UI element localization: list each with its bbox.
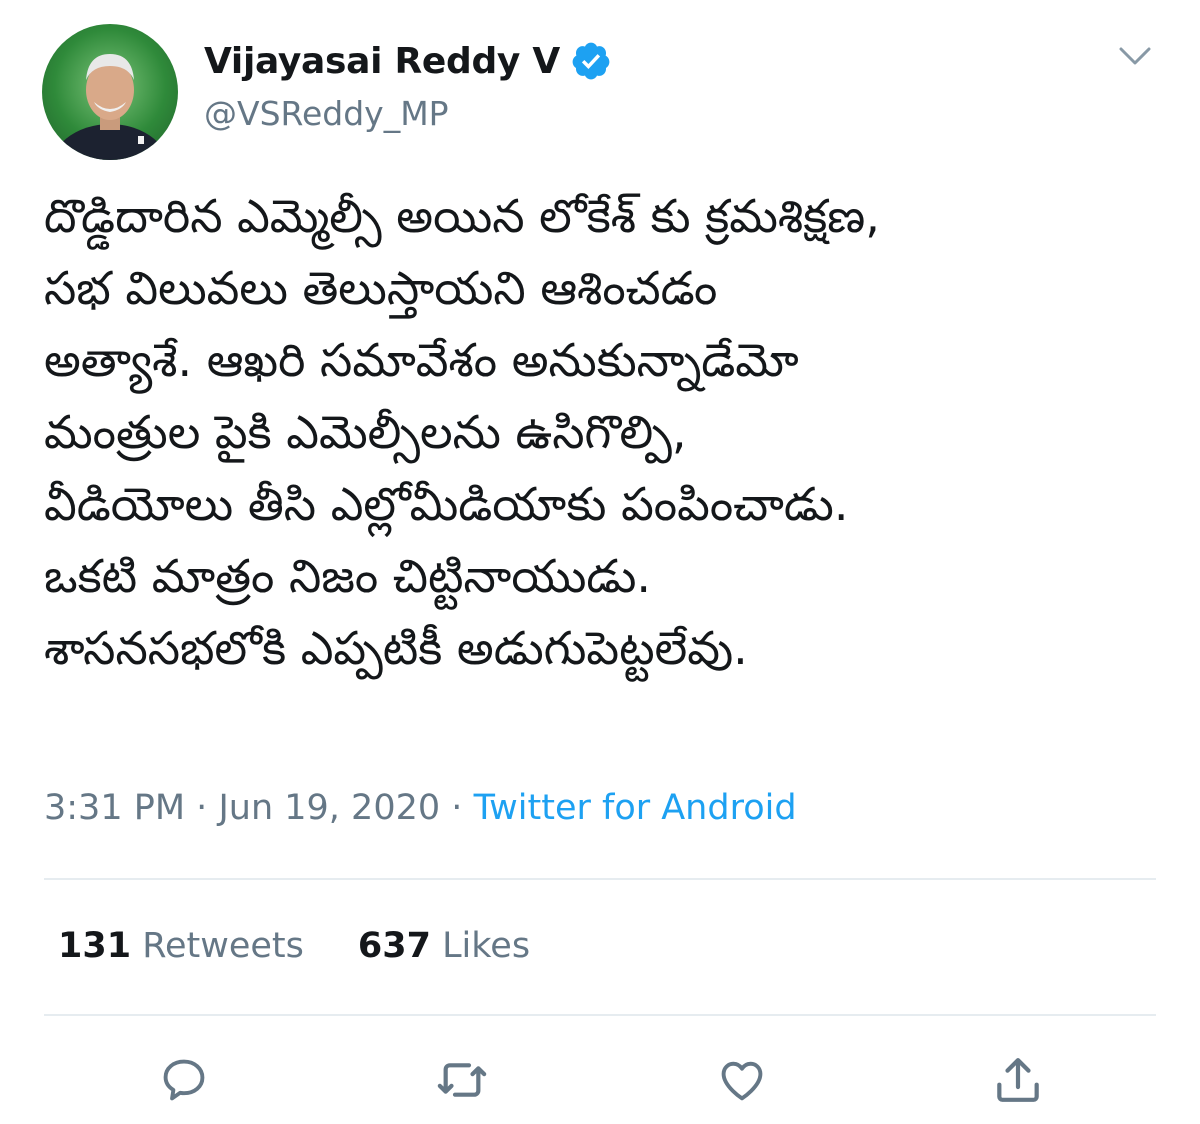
- tweet-line: సభ విలువలు తెలుస్తాయని ఆశించడం: [44, 261, 718, 315]
- tweet-source-link[interactable]: Twitter for Android: [474, 788, 797, 828]
- likes-stat[interactable]: 637 Likes: [358, 926, 530, 966]
- like-icon[interactable]: [714, 1052, 770, 1108]
- avatar-photo: [50, 54, 170, 160]
- author-handle[interactable]: @VSReddy_MP: [204, 94, 449, 133]
- author-name-row[interactable]: Vijayasai Reddy V: [204, 40, 612, 82]
- tweet-line: మంత్రుల పైకి ఎమెల్సీలను ఉసిగొల్పి,: [44, 405, 687, 459]
- tweet-text: దొడ్డిదారిన ఎమ్మెల్సీ అయిన లోకేశ్ కు క్ర…: [44, 180, 1164, 684]
- divider: [44, 1014, 1156, 1016]
- verified-badge-icon: [570, 40, 612, 82]
- retweets-stat[interactable]: 131 Retweets: [58, 926, 304, 966]
- meta-separator: ·: [451, 788, 463, 828]
- tweet-line: వీడియోలు తీసి ఎల్లోమీడియాకు పంపించాడు.: [44, 477, 849, 531]
- likes-count: 637: [357, 926, 431, 966]
- retweet-icon[interactable]: [434, 1052, 490, 1108]
- tweet-line: శాసనసభలోకి ఎప్పటికీ అడుగుపెట్టలేవు.: [44, 621, 748, 675]
- tweet-stats: 131 Retweets 637 Likes: [58, 926, 530, 966]
- tweet-meta: 3:31 PM · Jun 19, 2020 · Twitter for And…: [44, 788, 797, 828]
- tweet-date[interactable]: Jun 19, 2020: [218, 788, 440, 828]
- likes-label: Likes: [442, 926, 531, 966]
- tweet-line: అత్యాశే. ఆఖరి సమావేశం అనుకున్నాడేమో: [44, 333, 799, 387]
- retweets-count: 131: [58, 926, 132, 966]
- tweet-line: దొడ్డిదారిన ఎమ్మెల్సీ అయిన లోకేశ్ కు క్ర…: [44, 189, 880, 243]
- chevron-down-icon[interactable]: [1118, 44, 1152, 68]
- tweet-line: ఒకటి మాత్రం నిజం చిట్టినాయుడు.: [44, 549, 651, 603]
- reply-icon[interactable]: [156, 1052, 212, 1108]
- divider: [44, 878, 1156, 880]
- retweets-label: Retweets: [142, 926, 304, 966]
- avatar[interactable]: [42, 24, 178, 160]
- action-bar: [0, 1052, 1200, 1112]
- tweet-time[interactable]: 3:31 PM: [44, 788, 185, 828]
- share-icon[interactable]: [990, 1052, 1046, 1108]
- author-name[interactable]: Vijayasai Reddy V: [204, 41, 560, 82]
- meta-separator: ·: [196, 788, 208, 828]
